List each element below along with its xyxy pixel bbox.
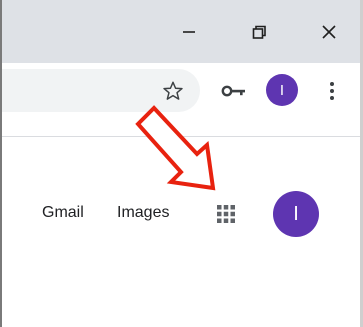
- window-left-border: [0, 0, 2, 327]
- annotation-arrow-icon: [135, 105, 216, 191]
